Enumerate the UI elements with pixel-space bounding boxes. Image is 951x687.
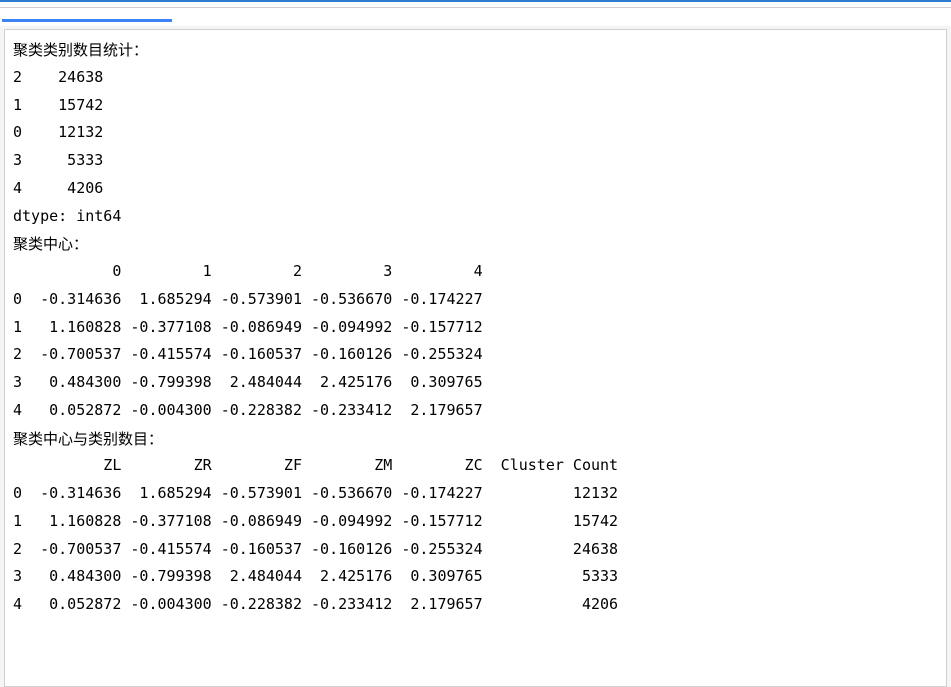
dtype-line: dtype: int64 — [13, 203, 938, 231]
centers-row: 3 0.484300 -0.799398 2.484044 2.425176 0… — [13, 369, 938, 397]
centers-counts-row: 2 -0.700537 -0.415574 -0.160537 -0.16012… — [13, 536, 938, 564]
cluster-count-row: 4 4206 — [13, 175, 938, 203]
centers-row: 1 1.160828 -0.377108 -0.086949 -0.094992… — [13, 314, 938, 342]
cluster-count-row: 0 12132 — [13, 119, 938, 147]
cell-output: 聚类类别数目统计： 2 246381 157420 121323 53334 4… — [4, 29, 947, 687]
centers-with-counts-header: 聚类中心与类别数目： — [13, 425, 938, 453]
centers-counts-row: 0 -0.314636 1.685294 -0.573901 -0.536670… — [13, 480, 938, 508]
input-prompt-strip — [0, 8, 951, 26]
centers-row: 0 -0.314636 1.685294 -0.573901 -0.536670… — [13, 286, 938, 314]
cluster-count-list: 2 246381 157420 121323 53334 4206 — [13, 64, 938, 203]
cluster-count-header: 聚类类别数目统计： — [13, 36, 938, 64]
centers-row: 4 0.052872 -0.004300 -0.228382 -0.233412… — [13, 397, 938, 425]
centers-header: 聚类中心： — [13, 230, 938, 258]
cluster-count-row: 1 15742 — [13, 92, 938, 120]
centers-header-row: 0 1 2 3 4 — [13, 258, 938, 286]
centers-counts-row: 1 1.160828 -0.377108 -0.086949 -0.094992… — [13, 508, 938, 536]
cluster-count-row: 3 5333 — [13, 147, 938, 175]
centers-row: 2 -0.700537 -0.415574 -0.160537 -0.16012… — [13, 341, 938, 369]
centers-counts-table: ZL ZR ZF ZM ZC Cluster Count0 -0.314636 … — [13, 452, 938, 619]
input-prompt-indicator — [2, 19, 172, 22]
cluster-count-row: 2 24638 — [13, 64, 938, 92]
centers-counts-row: 4 0.052872 -0.004300 -0.228382 -0.233412… — [13, 591, 938, 619]
centers-table: 0 1 2 3 40 -0.314636 1.685294 -0.573901 … — [13, 258, 938, 425]
centers-counts-row: 3 0.484300 -0.799398 2.484044 2.425176 0… — [13, 563, 938, 591]
top-border — [0, 0, 951, 8]
centers-counts-header-row: ZL ZR ZF ZM ZC Cluster Count — [13, 452, 938, 480]
